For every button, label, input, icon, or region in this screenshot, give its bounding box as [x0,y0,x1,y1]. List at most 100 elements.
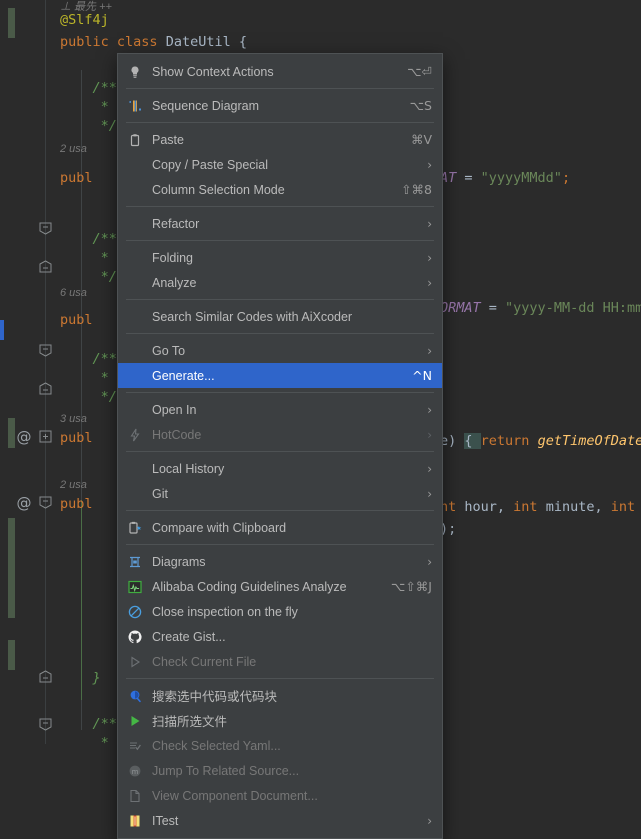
menu-item-label: Folding [152,250,193,265]
menu-item-label: Column Selection Mode [152,182,285,197]
chevron-right-icon: › [427,486,432,501]
code-token: DateUtil [165,34,239,50]
code-line: /** [60,78,117,98]
menu-item-create-gist[interactable]: Create Gist... [118,624,442,649]
vcs-change-marker[interactable] [8,418,15,448]
menu-item-column-selection-mode[interactable]: Column Selection Mode ⇧⌘8 [118,177,442,202]
no-icon [126,402,144,418]
fold-handle-expand-icon[interactable] [39,430,52,443]
code-token: = [464,170,481,186]
menu-item-label: Close inspection on the fly [152,604,298,619]
fold-handle-icon[interactable] [39,718,52,731]
code-line: 2 usa [60,474,87,495]
fold-handle-icon[interactable] [39,382,52,395]
menu-item-label: 搜索选中代码或代码块 [152,689,278,704]
menu-item-shortcut: ⇧⌘8 [401,182,432,197]
code-token: /** [60,716,117,732]
menu-item-check-current-file: Check Current File [118,649,442,674]
no-icon [126,275,144,291]
code-line: public class DateUtil { [60,32,247,52]
menu-separator [126,333,434,334]
fold-handle-icon[interactable] [39,260,52,273]
menu-item-shortcut: ⌥⇧⌘J [390,579,432,594]
code-token: { [238,34,247,50]
menu-item-alibaba-coding-guidelines-analyze[interactable]: Alibaba Coding Guidelines Analyze ⌥⇧⌘J [118,574,442,599]
svg-text:m: m [132,768,139,776]
menu-item-git[interactable]: Git › [118,481,442,506]
menu-item-[interactable]: 搜索选中代码或代码块 [118,683,442,708]
menu-item-go-to[interactable]: Go To › [118,338,442,363]
menu-item-generate[interactable]: Generate... ^N [118,363,442,388]
menu-item-show-context-actions[interactable]: Show Context Actions ⌥⏎ [118,59,442,84]
menu-item-close-inspection-on-the-fly[interactable]: Close inspection on the fly [118,599,442,624]
chevron-right-icon: › [427,461,432,476]
menu-item-diagrams[interactable]: Diagrams › [118,549,442,574]
code-token: ORMAT [440,300,489,316]
fold-handle-icon[interactable] [39,670,52,683]
code-token: 3 usa [60,413,87,425]
code-line: /** [60,714,117,734]
sequence-diagram-icon [126,98,144,114]
override-marker-icon[interactable]: @ [15,494,33,512]
fold-handle-icon[interactable] [39,496,52,509]
code-line: e) { return getTimeOfDate [440,431,641,451]
menu-item-label: Compare with Clipboard [152,520,287,535]
no-icon [126,216,144,232]
menu-item-view-component-document: View Component Document... [118,783,442,808]
menu-item-label: 扫描所选文件 [152,714,228,729]
compare-clipboard-icon [126,520,144,536]
code-token: "yyyyMMdd" [480,170,562,186]
menu-item-jump-to-related-source: m Jump To Related Source... [118,758,442,783]
menu-item-label: Local History [152,461,225,476]
menu-item-sequence-diagram[interactable]: Sequence Diagram ⌥S [118,93,442,118]
code-line: * 2 [60,248,125,268]
menu-separator [126,240,434,241]
code-token: /** [60,231,117,247]
menu-item-search-similar-codes-with-aixcoder[interactable]: Search Similar Codes with AiXcoder [118,304,442,329]
menu-item-open-in[interactable]: Open In › [118,397,442,422]
fold-handle-icon[interactable] [39,222,52,235]
code-token: 2 usa [60,143,87,155]
menu-item-itest[interactable]: ITest › [118,808,442,833]
menu-item-refactor[interactable]: Refactor › [118,211,442,236]
vcs-change-marker[interactable] [8,640,15,670]
menu-item-[interactable]: 扫描所选文件 [118,708,442,733]
menu-item-label: Refactor [152,216,200,231]
code-token: int [610,499,636,515]
no-icon [126,182,144,198]
document-icon [126,788,144,804]
menu-separator [126,88,434,89]
menu-item-copy-paste-special[interactable]: Copy / Paste Special › [118,152,442,177]
chevron-right-icon: › [427,343,432,358]
caret-row-stripe [0,320,4,340]
code-token: e) [440,433,465,449]
code-token: /** [60,351,117,367]
menu-item-shortcut: ⌥S [409,98,432,113]
vcs-change-marker[interactable] [8,8,15,38]
clipboard-icon [126,132,144,148]
override-marker-icon[interactable]: @ [15,428,33,446]
menu-item-paste[interactable]: Paste ⌘V [118,127,442,152]
no-icon [126,461,144,477]
code-token: = [488,300,506,316]
yaml-check-icon [126,738,144,754]
code-line: nt hour, int minute, int [440,497,635,517]
menu-item-analyze[interactable]: Analyze › [118,270,442,295]
fold-handle-icon[interactable] [39,344,52,357]
editor-context-menu[interactable]: Show Context Actions ⌥⏎ Sequence Diagram ⌥S… [117,53,443,839]
vcs-change-marker[interactable] [8,518,15,618]
code-token: getTimeOfDate [537,433,641,449]
menu-item-local-history[interactable]: Local History › [118,456,442,481]
code-line: ORMAT = "yyyy-MM-dd HH:mm [440,298,641,318]
code-line: /** [60,349,117,369]
code-token: */ [60,118,117,134]
code-token: } [60,670,101,686]
no-icon [126,250,144,266]
code-token: return [480,433,538,449]
menu-item-folding[interactable]: Folding › [118,245,442,270]
code-line: */ [60,116,117,136]
code-token: 6 usa [60,287,87,299]
no-icon [126,343,144,359]
menu-item-compare-with-clipboard[interactable]: Compare with Clipboard [118,515,442,540]
menu-item-shortcut: ^N [412,368,432,383]
